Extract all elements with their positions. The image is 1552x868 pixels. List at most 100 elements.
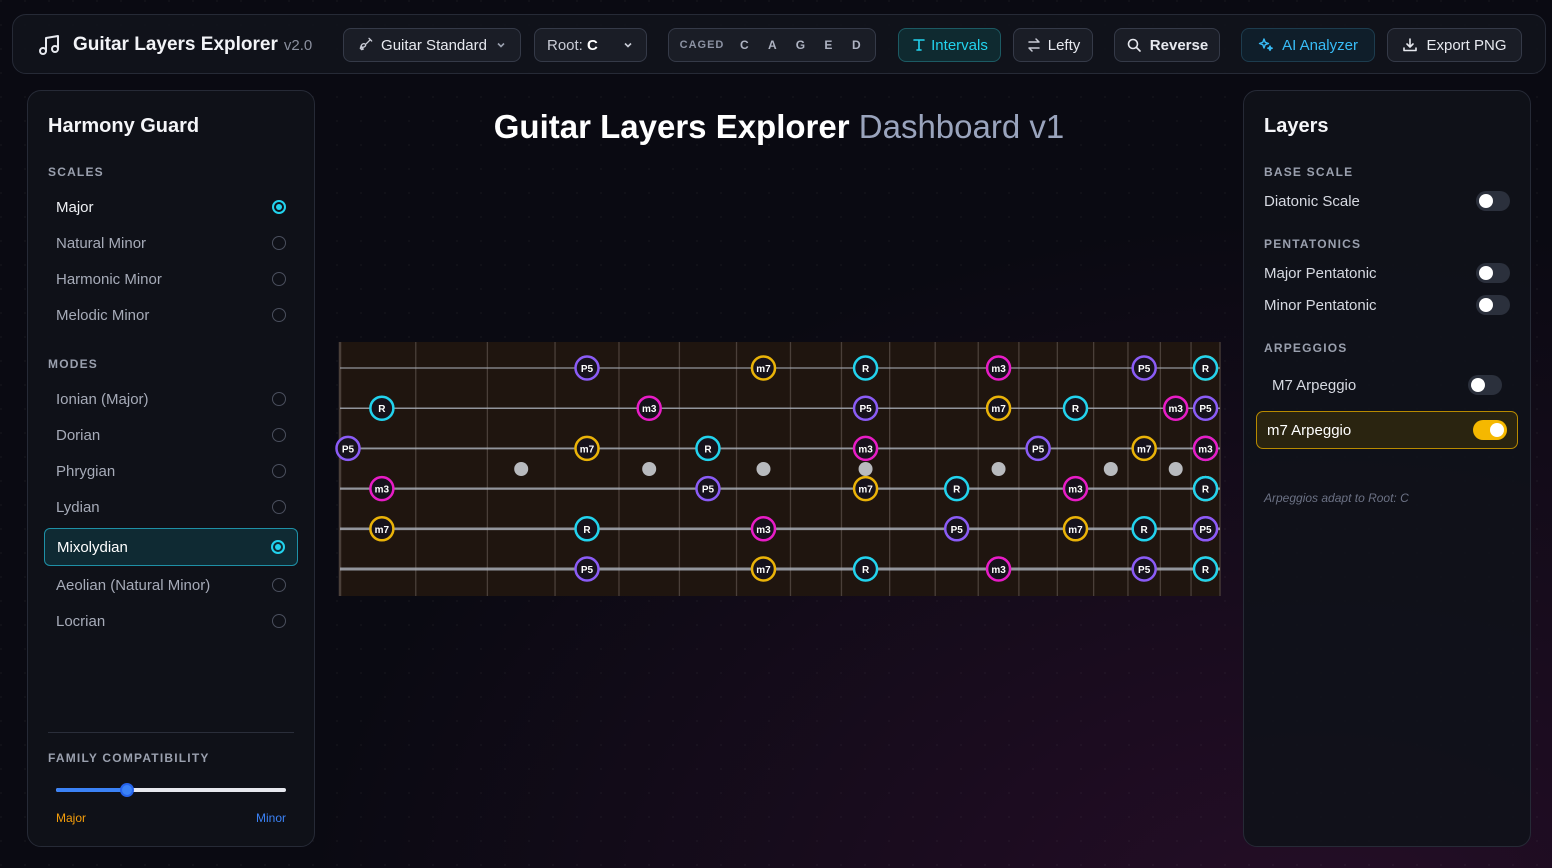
text-icon [913,39,925,51]
chevron-down-icon [497,42,505,48]
ai-analyzer-button[interactable]: AI Analyzer [1241,28,1375,62]
intervals-button[interactable]: Intervals [898,28,1001,62]
search-icon [1127,38,1141,52]
slider-thumb[interactable] [120,783,135,797]
note-label: m3 [1198,444,1213,455]
scale-option-harmonic-minor[interactable]: Harmonic Minor [44,261,298,297]
slider-max-label: Minor [255,811,286,825]
note-label: R [862,565,870,576]
note-label: R [1072,404,1080,415]
note-label: R [1202,485,1210,496]
caged-d-button[interactable]: D [848,38,864,52]
note-label: m7 [858,485,873,496]
radio-selected-icon [271,540,285,554]
caged-a-button[interactable]: A [764,38,780,52]
note-label: m3 [375,485,390,496]
option-label: Phrygian [56,462,116,480]
note-label: P5 [342,444,355,455]
tuning-select[interactable]: Guitar Standard [343,28,521,62]
mode-option-locrian[interactable]: Locrian [44,603,298,639]
layer-diatonic-row: Diatonic Scale [1264,189,1510,213]
export-png-button[interactable]: Export PNG [1387,28,1522,62]
option-label: Harmonic Minor [56,270,162,288]
mode-option-dorian[interactable]: Dorian [44,417,298,453]
tuning-value: Guitar Standard [381,36,487,54]
layer-label: M7 Arpeggio [1272,376,1357,394]
reverse-button[interactable]: Reverse [1114,28,1220,62]
note-label: R [1202,364,1210,375]
radio-selected-icon [272,200,286,214]
radio-icon [272,464,286,478]
lefty-label: Lefty [1047,36,1081,54]
slider-min-label: Major [56,811,87,825]
caged-group: CAGED C A G E D [668,28,876,62]
note-label: P5 [859,404,872,415]
scale-option-melodic-minor[interactable]: Melodic Minor [44,297,298,333]
scales-section-label: SCALES [48,165,104,179]
note-label: m7 [580,444,595,455]
root-select[interactable]: Root: C [534,28,647,62]
layer-maj7-arpeggio-row: M7 Arpeggio [1264,373,1510,397]
mode-option-phrygian[interactable]: Phrygian [44,453,298,489]
note-label: R [1141,525,1149,536]
note-label: P5 [1199,525,1212,536]
lefty-button[interactable]: Lefty [1013,28,1093,62]
modes-section-label: MODES [48,357,99,371]
note-label: m7 [991,404,1006,415]
page-title: Guitar Layers Explorer Dashboard v1 [320,108,1238,146]
maj7-arpeggio-toggle[interactable] [1468,375,1502,395]
mode-option-lydian[interactable]: Lydian [44,489,298,525]
caged-label: CAGED [679,39,725,51]
note-label: P5 [1138,565,1151,576]
mode-option-mixolydian[interactable]: Mixolydian [44,528,298,566]
radio-icon [272,236,286,250]
layer-major-pentatonic-row: Major Pentatonic [1264,261,1510,285]
chevron-down-icon [624,42,632,48]
note-label: m7 [375,525,390,536]
note-label: m3 [642,404,657,415]
scale-option-natural-minor[interactable]: Natural Minor [44,225,298,261]
option-label: Aeolian (Natural Minor) [56,576,211,594]
layers-panel: Layers BASE SCALE Diatonic Scale PENTATO… [1243,90,1531,847]
mode-option-ionian[interactable]: Ionian (Major) [44,381,298,417]
note-label: m7 [1068,525,1083,536]
note-label: R [378,404,386,415]
major-pentatonic-toggle[interactable] [1476,263,1510,283]
diatonic-toggle[interactable] [1476,191,1510,211]
minor-pentatonic-toggle[interactable] [1476,295,1510,315]
intervals-label: Intervals [931,36,988,54]
page-title-sub: Dashboard v1 [858,108,1065,145]
caged-e-button[interactable]: E [820,38,836,52]
note-label: m3 [858,444,873,455]
option-label: Mixolydian [57,538,128,556]
mode-option-aeolian[interactable]: Aeolian (Natural Minor) [44,567,298,603]
note-label: P5 [581,364,594,375]
export-label: Export PNG [1426,36,1507,54]
note-label: m3 [991,364,1006,375]
note-label: P5 [702,485,715,496]
note-label: m3 [991,565,1006,576]
harmony-guard-panel: Harmony Guard SCALES Major Natural Minor… [27,90,315,847]
radio-icon [272,392,286,406]
note-label: m3 [1068,485,1083,496]
family-compat-label: FAMILY COMPATIBILITY [48,751,210,765]
note-label: m7 [756,565,771,576]
note-label: P5 [951,525,964,536]
layer-m7-arpeggio-row[interactable]: m7 Arpeggio [1256,411,1518,449]
radio-icon [272,500,286,514]
radio-icon [272,272,286,286]
fretboard: P5 m7 Rm3 P5 m7 R Rm3 P5 m7 Rm3 P5 P5 m7 Rm3 P5 m7 Rm3 m3… [335,342,1221,596]
m7-arpeggio-toggle[interactable] [1473,420,1507,440]
family-compat-slider[interactable] [56,783,286,797]
note-label: m7 [1137,444,1152,455]
caged-g-button[interactable]: G [792,38,808,52]
caged-c-button[interactable]: C [736,38,752,52]
layer-label: Major Pentatonic [1264,264,1377,282]
option-label: Locrian [56,612,106,630]
arpeggio-note: Arpeggios adapt to Root: C [1264,491,1409,505]
top-toolbar: Guitar Layers Explorer v2.0 Guitar Stand… [12,14,1546,74]
arpeggios-label: ARPEGGIOS [1264,341,1348,355]
scale-option-major[interactable]: Major [44,189,298,225]
layer-label: Diatonic Scale [1264,192,1360,210]
app-version: v2.0 [283,36,313,54]
